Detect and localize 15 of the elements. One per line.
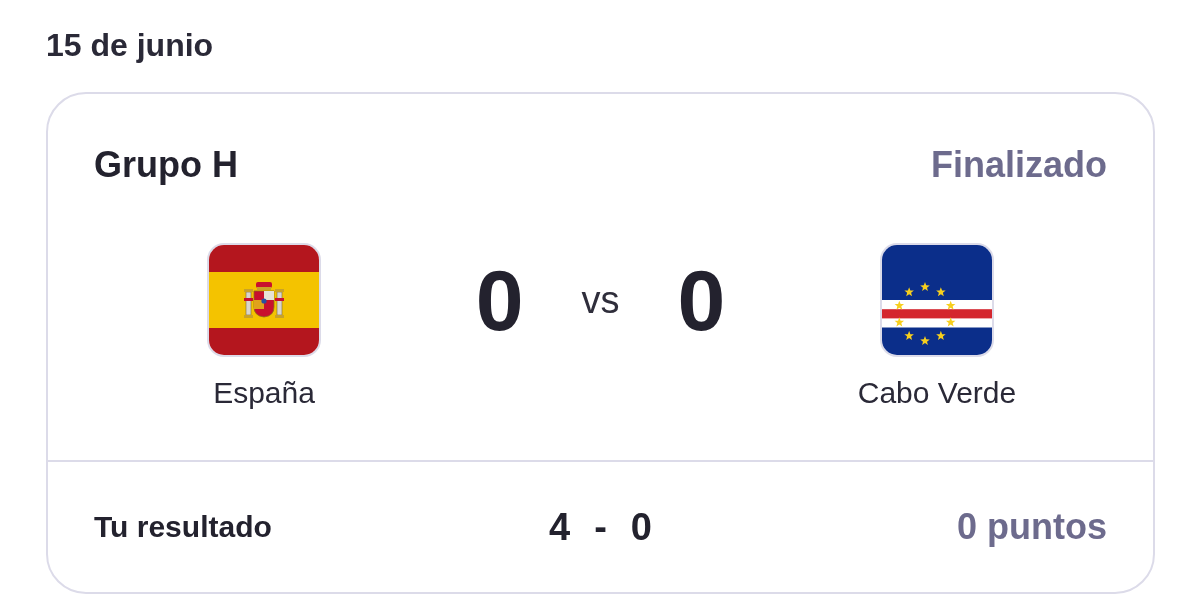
prediction-label: Tu resultado (94, 509, 273, 545)
flag-icon (880, 243, 994, 357)
team-name: Cabo Verde (857, 375, 1017, 411)
predicted-score: 0 (630, 505, 652, 549)
score-text: 0 (677, 252, 726, 348)
flag-icon (207, 243, 321, 357)
points-label: 0 puntos (956, 506, 1107, 548)
versus-label: vs (581, 278, 620, 322)
score-text: 0 (475, 252, 524, 348)
score-separator: - (594, 505, 607, 549)
status-label: Finalizado (931, 144, 1107, 186)
group-label: Grupo H (94, 144, 238, 186)
date-heading: 15 de junio (46, 26, 214, 64)
team-name: España (213, 375, 315, 411)
predicted-score: 4 (549, 505, 571, 549)
